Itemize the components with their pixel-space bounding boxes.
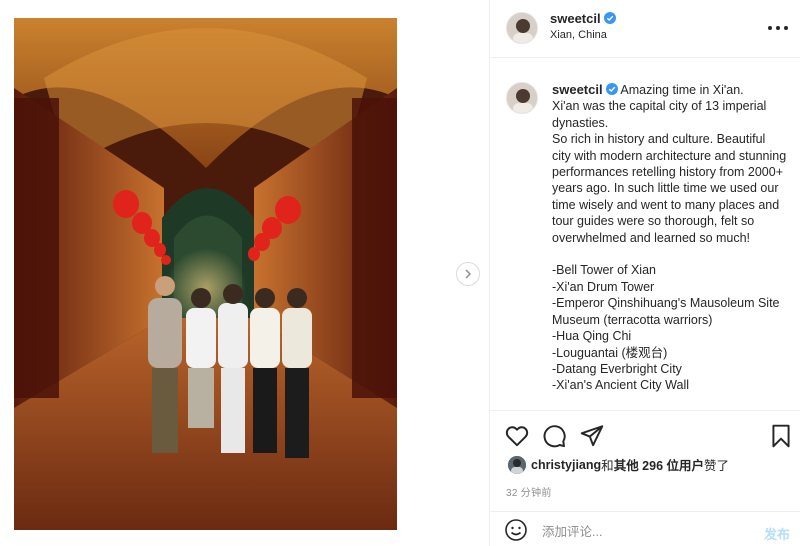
header-username-text[interactable]: sweetcil	[550, 11, 601, 26]
author-username[interactable]: sweetcil	[550, 11, 616, 26]
post-comment-button[interactable]: 发布	[764, 524, 790, 543]
post-media-panel	[0, 0, 490, 546]
verified-badge-icon	[605, 83, 618, 95]
comment-icon	[543, 425, 566, 448]
next-photo-button[interactable]	[456, 262, 480, 286]
caption-username[interactable]: sweetcil	[552, 82, 603, 97]
post-photo[interactable]	[14, 18, 397, 530]
liker-avatar[interactable]	[508, 455, 526, 474]
likes-others-link[interactable]: 其他 296 位用户	[614, 455, 704, 474]
verified-badge-icon	[603, 12, 616, 24]
more-dot	[776, 26, 780, 30]
comment-button[interactable]	[541, 423, 567, 449]
like-button[interactable]	[504, 423, 530, 449]
bookmark-icon	[772, 424, 790, 448]
author-avatar[interactable]	[506, 12, 538, 44]
more-horizontal-icon	[768, 26, 772, 30]
caption-area[interactable]: sweetcil Amazing time in Xi'an. Xi'an wa…	[490, 58, 800, 410]
likes-connector: 和	[601, 459, 614, 473]
share-icon	[580, 425, 604, 447]
post-header: sweetcil Xian, China	[490, 0, 800, 58]
caption-avatar[interactable]	[506, 82, 538, 114]
comment-input[interactable]	[542, 520, 742, 544]
avatar-image	[508, 455, 526, 474]
save-button[interactable]	[768, 423, 794, 449]
emoji-button[interactable]	[504, 518, 530, 544]
caption-text: Amazing time in Xi'an. Xi'an was the cap…	[552, 83, 787, 393]
avatar-image	[507, 83, 537, 113]
likes-suffix: 赞了	[704, 459, 730, 473]
avatar-image	[507, 13, 537, 43]
comment-bar: 发布	[490, 511, 800, 546]
emoji-icon	[505, 519, 527, 541]
likes-summary: christyjiang 和 其他 296 位用户 赞了	[508, 455, 729, 474]
post-sidebar: sweetcil Xian, China sweetcil Amazing ti…	[490, 0, 800, 546]
tunnel-photo-image	[14, 18, 397, 530]
post-location[interactable]: Xian, China	[550, 29, 607, 41]
post-caption: sweetcil Amazing time in Xi'an. Xi'an wa…	[552, 82, 787, 394]
chevron-right-icon	[465, 269, 472, 279]
liker-username[interactable]: christyjiang	[531, 458, 601, 472]
heart-icon	[505, 426, 529, 447]
post-timestamp[interactable]: 32 分钟前	[506, 484, 552, 499]
post-actions: christyjiang 和 其他 296 位用户 赞了 32 分钟前 发布	[490, 410, 800, 546]
more-options-button[interactable]	[768, 18, 788, 38]
share-button[interactable]	[579, 423, 605, 449]
more-dot	[784, 26, 788, 30]
